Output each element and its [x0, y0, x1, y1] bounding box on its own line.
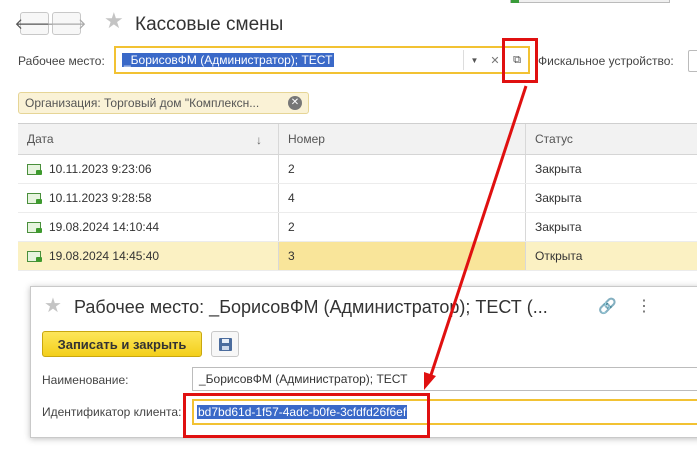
name-value: _БорисовФМ (Администратор); ТЕСТ — [199, 372, 408, 386]
favorite-star-icon[interactable]: ★ — [104, 10, 124, 32]
forward-button[interactable]: 🡒 — [46, 12, 87, 35]
status-indicator — [511, 0, 519, 3]
row-number: 3 — [278, 242, 525, 270]
back-button[interactable]: 🡐 — [14, 12, 55, 35]
dialog-title: Рабочее место: _БорисовФМ (Администратор… — [74, 297, 548, 317]
table-row[interactable]: 10.11.2023 9:23:06 2 Закрыта — [18, 155, 697, 184]
table-row[interactable]: 10.11.2023 9:28:58 4 Закрыта — [18, 184, 697, 213]
row-number: 2 — [278, 155, 525, 183]
table-row[interactable]: 19.08.2024 14:10:44 2 Закрыта — [18, 213, 697, 242]
name-field[interactable]: _БорисовФМ (Администратор); ТЕСТ — [192, 367, 697, 391]
page-title: Кассовые смены — [135, 14, 284, 35]
row-date: 10.11.2023 9:28:58 — [49, 191, 152, 205]
row-status: Закрыта — [525, 155, 697, 183]
table-header: Дата ↓ Номер Статус — [18, 124, 697, 155]
annotation-highlight-open-button — [502, 38, 538, 83]
register-shift-icon — [27, 163, 42, 175]
column-header-date[interactable]: Дата — [18, 124, 278, 154]
arrow-right-icon: 🡒 — [46, 16, 87, 33]
register-shift-icon — [27, 221, 42, 233]
save-button[interactable] — [211, 331, 239, 357]
column-header-number[interactable]: Номер — [278, 124, 525, 154]
dropdown-chevron-icon[interactable]: ▼ — [463, 50, 485, 70]
fiscal-device-input[interactable] — [688, 50, 697, 72]
close-icon[interactable]: ✕ — [288, 96, 302, 110]
window-tab-strip — [510, 0, 670, 3]
row-status: Открыта — [525, 242, 697, 270]
organization-filter-tag[interactable]: Организация: Торговый дом "Комплексн... … — [18, 92, 309, 114]
favorite-star-icon[interactable]: ★ — [44, 296, 62, 316]
annotation-highlight-client-id — [183, 393, 430, 438]
organization-filter-text: Организация: Торговый дом "Комплексн... — [25, 96, 260, 110]
row-number: 4 — [278, 184, 525, 212]
save-and-close-button[interactable]: Записать и закрыть — [42, 331, 202, 357]
row-date: 19.08.2024 14:10:44 — [49, 220, 160, 234]
table-row-selected[interactable]: 19.08.2024 14:45:40 3 Открыта — [18, 242, 697, 271]
workplace-value: _БорисовФМ (Администратор); ТЕСТ — [122, 53, 335, 67]
row-status: Закрыта — [525, 184, 697, 212]
sort-down-icon[interactable]: ↓ — [256, 133, 262, 147]
fiscal-device-label: Фискальное устройство: — [538, 54, 674, 68]
link-icon[interactable]: 🔗 — [598, 297, 617, 315]
row-date: 19.08.2024 14:45:40 — [49, 249, 160, 263]
row-status: Закрыта — [525, 213, 697, 241]
row-number: 2 — [278, 213, 525, 241]
shifts-table: Дата ↓ Номер Статус 10.11.2023 9:23:06 2… — [18, 123, 697, 271]
workplace-label: Рабочее место: — [18, 54, 105, 68]
name-label: Наименование: — [42, 373, 129, 387]
row-date: 10.11.2023 9:23:06 — [49, 162, 152, 176]
client-id-label: Идентификатор клиента: — [42, 405, 182, 419]
floppy-disk-icon — [218, 337, 232, 351]
more-options-icon[interactable]: ⋮ — [636, 296, 653, 316]
register-shift-icon — [27, 250, 42, 262]
register-shift-icon — [27, 192, 42, 204]
column-header-status[interactable]: Статус — [525, 124, 697, 154]
